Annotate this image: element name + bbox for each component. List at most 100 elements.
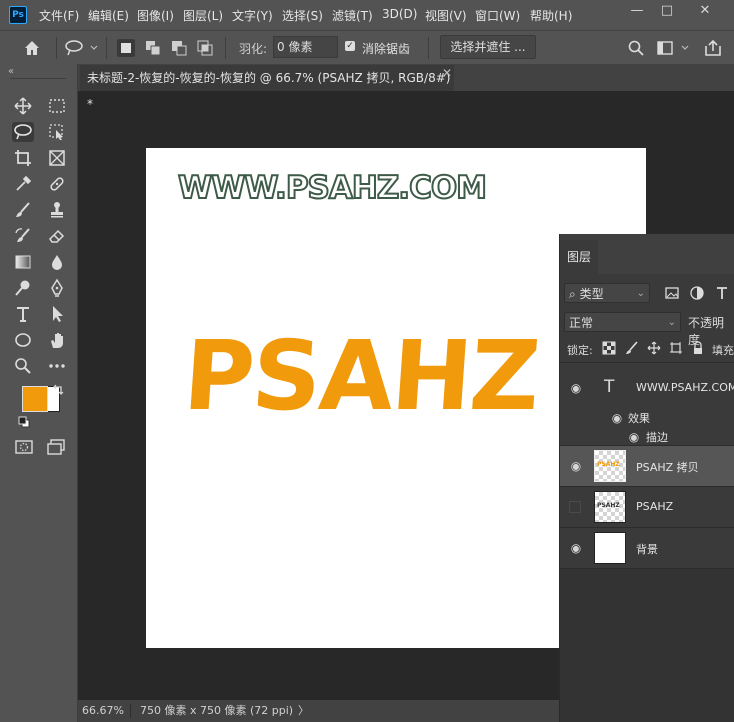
eyedropper-tool-icon[interactable]	[12, 174, 34, 194]
marquee-tool-icon[interactable]	[46, 96, 68, 116]
lasso-tool-icon[interactable]	[12, 122, 34, 142]
blend-mode-select[interactable]: 正常 ⌄	[564, 312, 681, 332]
layer-row-background[interactable]: ◉ 背景	[560, 528, 734, 568]
lock-position-icon[interactable]	[647, 341, 661, 355]
lock-pixels-icon[interactable]	[625, 341, 639, 355]
layers-empty-area	[560, 569, 734, 722]
blend-mode-value: 正常	[569, 316, 594, 330]
feather-label: 羽化:	[239, 42, 268, 56]
thumbnail-text: PSAHZ	[597, 461, 620, 468]
add-to-selection-icon[interactable]	[144, 39, 162, 57]
workspace-icon[interactable]	[656, 39, 692, 57]
image-filter-icon[interactable]	[664, 285, 680, 301]
menu-image[interactable]: 图像(I)	[137, 7, 174, 24]
tools-panel: «	[0, 64, 78, 722]
hand-tool-icon[interactable]	[46, 330, 68, 350]
menu-file[interactable]: 文件(F)	[39, 7, 79, 24]
move-tool-icon[interactable]	[12, 96, 34, 116]
chevron-down-icon: ⌄	[667, 317, 676, 328]
options-bar: 羽化: 0 像素 ✓ 消除锯齿 选择并遮住 ...	[0, 30, 734, 65]
subtract-from-selection-icon[interactable]	[170, 39, 188, 57]
screen-mode-icon[interactable]	[46, 438, 66, 456]
eye-icon[interactable]: ◉	[610, 412, 624, 424]
chevron-down-icon: ⌄	[636, 288, 645, 299]
clone-stamp-tool-icon[interactable]	[46, 200, 68, 220]
antialias-checkbox[interactable]: ✓	[345, 41, 355, 51]
stroke-effect-label: 描边	[646, 431, 668, 444]
blur-tool-icon[interactable]	[46, 252, 68, 272]
intersect-selection-icon[interactable]	[196, 39, 214, 57]
close-tab-icon[interactable]: ✕	[442, 66, 452, 80]
visibility-toggle-empty[interactable]	[569, 501, 581, 513]
ellipse-tool-icon[interactable]	[12, 330, 34, 350]
photoshop-logo: Ps	[9, 6, 27, 24]
eye-icon[interactable]: ◉	[569, 460, 583, 472]
thumbnail-text: PSAHZ	[597, 502, 620, 509]
foreground-color-swatch[interactable]	[22, 386, 48, 412]
collapse-panel-icon[interactable]: «	[8, 66, 14, 77]
crop-tool-icon[interactable]	[12, 148, 34, 168]
lock-all-icon[interactable]	[691, 341, 705, 355]
default-colors-icon[interactable]	[18, 416, 30, 428]
eye-icon[interactable]: ◉	[569, 382, 583, 394]
document-tab[interactable]: 未标题-2-恢复的-恢复的-恢复的 @ 66.7% (PSAHZ 拷贝, RGB…	[80, 65, 454, 111]
history-brush-tool-icon[interactable]	[12, 226, 34, 246]
healing-brush-tool-icon[interactable]	[46, 174, 68, 194]
lock-label: 锁定:	[567, 344, 593, 357]
dodge-tool-icon[interactable]	[12, 278, 34, 298]
swap-colors-icon[interactable]	[52, 384, 64, 396]
more-tools-icon[interactable]	[46, 356, 68, 376]
layer-thumbnail: PSAHZ	[594, 491, 626, 523]
maximize-button[interactable]: □	[652, 0, 682, 22]
share-icon[interactable]	[703, 38, 723, 58]
layer-filter-label: 类型	[579, 287, 604, 301]
menu-view[interactable]: 视图(V)	[425, 7, 467, 24]
antialias-label: 消除锯齿	[362, 42, 411, 56]
menu-window[interactable]: 窗口(W)	[475, 7, 520, 24]
gradient-tool-icon[interactable]	[12, 252, 34, 272]
layer-row-text[interactable]: ◉ T WWW.PSAHZ.COM	[560, 368, 734, 408]
minimize-button[interactable]: —	[622, 0, 652, 22]
layer-row-psahz-copy[interactable]: ◉ PSAHZ PSAHZ 拷贝	[560, 446, 734, 486]
home-icon[interactable]	[22, 38, 42, 58]
adjustment-filter-icon[interactable]	[689, 285, 705, 301]
fill-label: 填充	[712, 344, 734, 357]
brush-tool-icon[interactable]	[12, 200, 34, 220]
frame-tool-icon[interactable]	[46, 148, 68, 168]
status-menu-arrow[interactable]: 〉	[298, 700, 309, 722]
menu-filter[interactable]: 滤镜(T)	[332, 7, 373, 24]
search-icon[interactable]	[627, 39, 645, 57]
object-select-tool-icon[interactable]	[46, 122, 68, 142]
path-selection-tool-icon[interactable]	[46, 304, 68, 324]
type-filter-icon[interactable]	[714, 285, 730, 301]
menu-edit[interactable]: 编辑(E)	[88, 7, 129, 24]
eraser-tool-icon[interactable]	[46, 226, 68, 246]
layer-name: PSAHZ 拷贝	[636, 461, 699, 474]
tab-layers[interactable]: 图层	[560, 240, 598, 274]
menu-layer[interactable]: 图层(L)	[183, 7, 223, 24]
menu-3d[interactable]: 3D(D)	[382, 7, 417, 21]
zoom-tool-icon[interactable]	[12, 356, 34, 376]
layer-row-psahz[interactable]: PSAHZ PSAHZ	[560, 487, 734, 527]
new-selection-icon[interactable]	[117, 39, 135, 57]
lock-transparency-icon[interactable]	[602, 341, 616, 355]
eye-icon[interactable]: ◉	[569, 542, 583, 554]
eye-icon[interactable]: ◉	[627, 431, 641, 443]
feather-input[interactable]: 0 像素	[273, 36, 338, 58]
select-and-mask-button[interactable]: 选择并遮住 ...	[440, 35, 536, 59]
zoom-level[interactable]: 66.67%	[82, 700, 124, 722]
menu-help[interactable]: 帮助(H)	[530, 7, 572, 24]
lasso-preset-icon[interactable]	[64, 39, 100, 57]
layers-panel: 图层 ⌕ 类型 ⌄ 正常 ⌄ 不透明度 锁定: 填充 ◉ T WWW.PSAHZ…	[559, 234, 734, 722]
menu-select[interactable]: 选择(S)	[282, 7, 323, 24]
menu-type[interactable]: 文字(Y)	[232, 7, 273, 24]
text-layer-icon: T	[604, 377, 615, 397]
type-tool-icon[interactable]	[12, 304, 34, 324]
lock-artboard-icon[interactable]	[669, 341, 683, 355]
quick-mask-icon[interactable]	[14, 438, 34, 456]
close-window-button[interactable]: ✕	[690, 0, 720, 22]
layer-name: WWW.PSAHZ.COM	[636, 381, 734, 394]
layer-filter-select[interactable]: ⌕ 类型 ⌄	[564, 283, 650, 303]
canvas-psahz-text: PSAHZ	[180, 320, 542, 432]
pen-tool-icon[interactable]	[46, 278, 68, 298]
